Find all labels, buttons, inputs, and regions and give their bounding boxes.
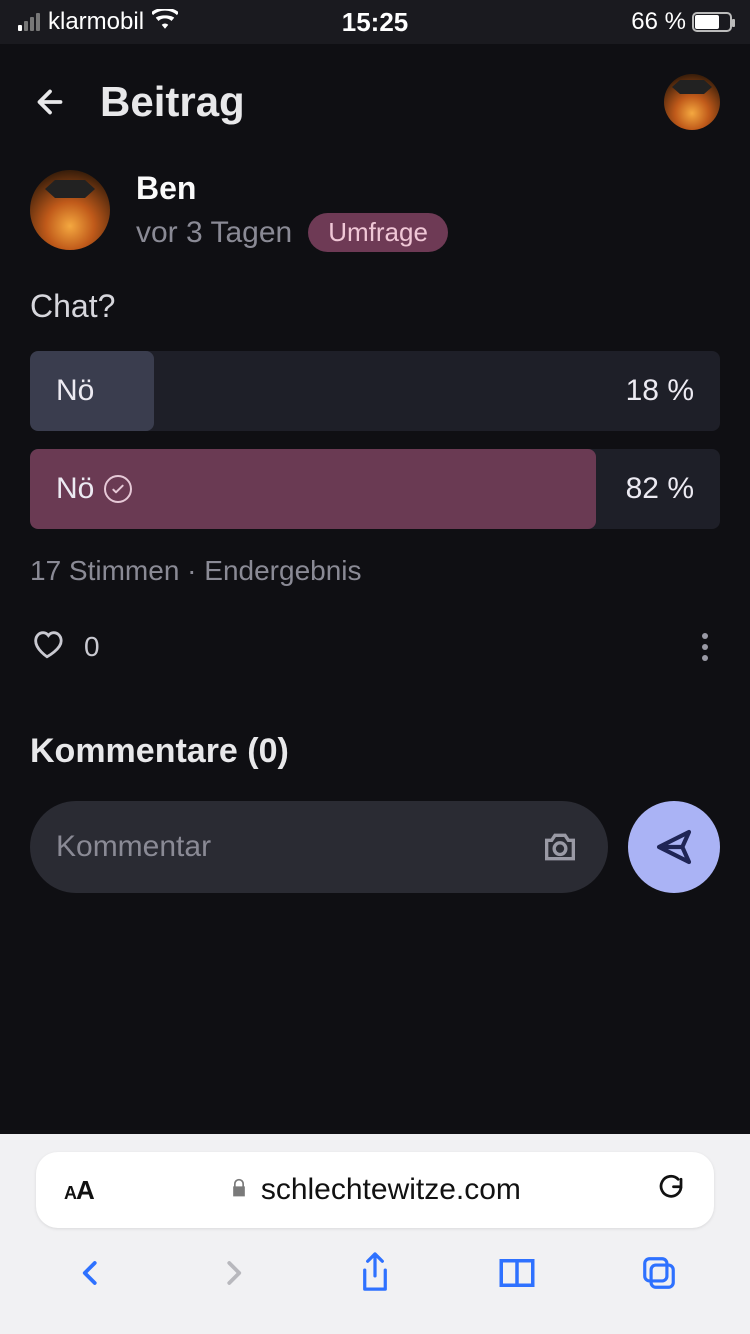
- poll-option-0[interactable]: Nö 18 %: [30, 351, 720, 431]
- safari-toolbar: [0, 1228, 750, 1318]
- check-icon: [104, 475, 132, 503]
- wifi-icon: [152, 9, 178, 35]
- text-size-button[interactable]: AA: [64, 1175, 94, 1206]
- back-button[interactable]: [30, 82, 70, 122]
- send-button[interactable]: [628, 801, 720, 893]
- camera-button[interactable]: [538, 825, 582, 869]
- post-actions: 0: [30, 627, 720, 666]
- heart-icon[interactable]: [30, 627, 64, 666]
- poll-badge: Umfrage: [308, 213, 448, 252]
- comment-input[interactable]: [56, 830, 522, 864]
- poll-option-percent: 18 %: [626, 374, 694, 408]
- like-wrap: 0: [30, 627, 100, 666]
- nav-back-button[interactable]: [61, 1243, 121, 1303]
- author-avatar[interactable]: [30, 170, 110, 250]
- header-avatar[interactable]: [664, 74, 720, 130]
- battery-icon: [692, 12, 732, 32]
- nav-forward-button[interactable]: [203, 1243, 263, 1303]
- battery-label: 66 %: [631, 8, 686, 36]
- comment-input-wrap: [30, 801, 608, 893]
- bookmarks-button[interactable]: [487, 1243, 547, 1303]
- lock-icon: [229, 1176, 249, 1205]
- post-timeago: vor 3 Tagen: [136, 216, 292, 250]
- status-left: klarmobil: [18, 8, 178, 36]
- poll-option-label: Nö: [56, 374, 94, 408]
- status-time: 15:25: [342, 7, 409, 38]
- status-right: 66 %: [631, 8, 732, 36]
- status-bar: klarmobil 15:25 66 %: [0, 0, 750, 44]
- poll-option-text: Nö: [56, 472, 94, 506]
- poll-option-label: Nö: [56, 472, 132, 506]
- post-header: Ben vor 3 Tagen Umfrage: [30, 170, 720, 252]
- post: Ben vor 3 Tagen Umfrage Chat? Nö 18 % Nö…: [0, 160, 750, 893]
- signal-icon: [18, 13, 40, 31]
- comment-composer: [30, 801, 720, 893]
- poll-option-percent: 82 %: [626, 472, 694, 506]
- author-name[interactable]: Ben: [136, 170, 448, 207]
- safari-chrome: AA schlechtewitze.com: [0, 1134, 750, 1334]
- reload-button[interactable]: [656, 1173, 686, 1208]
- poll-summary: 17 Stimmen · Endergebnis: [30, 555, 720, 587]
- like-count: 0: [84, 631, 100, 663]
- url-center: schlechtewitze.com: [112, 1173, 638, 1207]
- share-button[interactable]: [345, 1243, 405, 1303]
- poll-option-1[interactable]: Nö 82 %: [30, 449, 720, 529]
- tabs-button[interactable]: [629, 1243, 689, 1303]
- url-bar[interactable]: AA schlechtewitze.com: [36, 1152, 714, 1228]
- post-meta: vor 3 Tagen Umfrage: [136, 213, 448, 252]
- page-header: Beitrag: [0, 44, 750, 160]
- more-button[interactable]: [690, 632, 720, 662]
- comments-heading: Kommentare (0): [30, 732, 720, 771]
- url-text: schlechtewitze.com: [261, 1173, 521, 1207]
- carrier-label: klarmobil: [48, 8, 144, 36]
- poll-question: Chat?: [30, 288, 720, 325]
- page-title: Beitrag: [100, 78, 634, 126]
